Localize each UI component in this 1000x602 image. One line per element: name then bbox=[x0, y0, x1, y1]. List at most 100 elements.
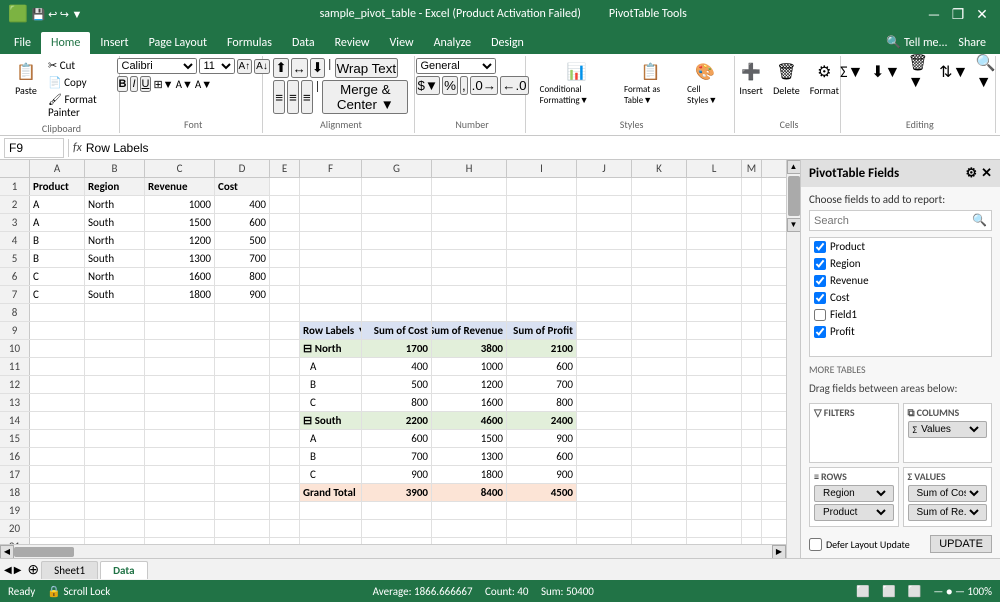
col-header-k[interactable]: K bbox=[632, 160, 687, 177]
cell-e1[interactable] bbox=[270, 178, 300, 195]
horizontal-scrollbar[interactable]: ◀ ▶ bbox=[0, 544, 786, 558]
columns-area[interactable]: ⧉ COLUMNS Σ Values bbox=[903, 403, 993, 463]
col-header-g[interactable]: G bbox=[362, 160, 432, 177]
pivot-south-c[interactable]: C bbox=[300, 466, 362, 483]
field-item-profit[interactable]: Profit bbox=[810, 323, 991, 340]
sheet-nav-prev[interactable]: ◀ bbox=[4, 563, 12, 576]
cell-l1[interactable] bbox=[687, 178, 742, 195]
pivot-row-labels-header[interactable]: Row Labels ▼ bbox=[300, 322, 362, 339]
rows-region-select[interactable]: Region bbox=[819, 487, 889, 500]
close-button[interactable]: ✕ bbox=[972, 4, 992, 24]
field-item-cost[interactable]: Cost bbox=[810, 289, 991, 306]
col-header-j[interactable]: J bbox=[577, 160, 632, 177]
cell-b3[interactable]: South bbox=[85, 214, 145, 231]
rows-product-item[interactable]: Product bbox=[814, 504, 894, 521]
cell-d3[interactable]: 600 bbox=[215, 214, 270, 231]
cell-c6[interactable]: 1600 bbox=[145, 268, 215, 285]
align-middle-button[interactable]: ↔ bbox=[291, 58, 308, 78]
increase-decimal-button[interactable]: .0→ bbox=[470, 76, 498, 95]
cell-m1[interactable] bbox=[742, 178, 762, 195]
wrap-text-button[interactable]: Wrap Text bbox=[335, 58, 399, 78]
cell-i2[interactable] bbox=[507, 196, 577, 213]
cut-button[interactable]: ✂ Cut bbox=[44, 58, 113, 73]
formula-input[interactable] bbox=[86, 138, 996, 158]
col-header-i[interactable]: I bbox=[507, 160, 577, 177]
h-scrollbar-track[interactable] bbox=[14, 547, 772, 557]
cell-c7[interactable]: 1800 bbox=[145, 286, 215, 303]
cell-g1[interactable] bbox=[362, 178, 432, 195]
cell-b4[interactable]: North bbox=[85, 232, 145, 249]
bold-button[interactable]: B bbox=[117, 76, 129, 92]
pivot-south-group[interactable]: ⊟ South bbox=[300, 412, 362, 429]
fill-color-button[interactable]: A▼ bbox=[176, 78, 193, 91]
field-item-field1[interactable]: Field1 bbox=[810, 306, 991, 323]
cell-d6[interactable]: 800 bbox=[215, 268, 270, 285]
cell-f1[interactable] bbox=[300, 178, 362, 195]
values-sum-revenue-select[interactable]: Sum of Re... bbox=[913, 506, 983, 519]
align-center-button[interactable]: ≡ bbox=[287, 80, 299, 114]
cell-d1[interactable]: Cost bbox=[215, 178, 270, 195]
tab-page-layout[interactable]: Page Layout bbox=[139, 32, 217, 54]
font-color-button[interactable]: A▼ bbox=[195, 78, 212, 91]
pivot-sum-cost-header[interactable]: Sum of Cost bbox=[362, 322, 432, 339]
pivot-close-icon[interactable]: ✕ bbox=[981, 166, 992, 181]
delete-button[interactable]: 🗑 Delete bbox=[769, 58, 804, 99]
tab-formulas[interactable]: Formulas bbox=[217, 32, 282, 54]
merge-center-button[interactable]: Merge & Center ▼ bbox=[322, 80, 408, 114]
pivot-search-box[interactable]: 🔍 bbox=[809, 210, 992, 231]
rows-product-select[interactable]: Product bbox=[819, 506, 889, 519]
more-tables-label[interactable]: MORE TABLES bbox=[801, 361, 1000, 378]
find-select-button[interactable]: 🔍▼ bbox=[972, 58, 1000, 86]
col-header-d[interactable]: D bbox=[215, 160, 270, 177]
cell-c3[interactable]: 1500 bbox=[145, 214, 215, 231]
add-sheet-button[interactable]: ⊕ bbox=[27, 561, 39, 578]
cell-d5[interactable]: 700 bbox=[215, 250, 270, 267]
cell-c2[interactable]: 1000 bbox=[145, 196, 215, 213]
underline-button[interactable]: U bbox=[140, 76, 152, 92]
cell-i1[interactable] bbox=[507, 178, 577, 195]
h-scrollbar-thumb[interactable] bbox=[14, 547, 74, 557]
scroll-left-button[interactable]: ◀ bbox=[0, 545, 14, 559]
scroll-down-button[interactable]: ▼ bbox=[787, 218, 801, 232]
cell-b7[interactable]: South bbox=[85, 286, 145, 303]
pivot-sum-revenue-header[interactable]: Sum of Revenue bbox=[432, 322, 507, 339]
tab-data[interactable]: Data bbox=[282, 32, 325, 54]
field-checkbox-region[interactable] bbox=[814, 258, 826, 270]
font-size-select[interactable]: 11 bbox=[199, 58, 235, 74]
format-as-table-button[interactable]: 📋 Format as Table▼ bbox=[620, 58, 681, 108]
align-top-button[interactable]: ⬆ bbox=[273, 58, 288, 78]
col-header-l[interactable]: L bbox=[687, 160, 742, 177]
vertical-scrollbar[interactable]: ▲ ▼ bbox=[786, 160, 800, 558]
cell-a3[interactable]: A bbox=[30, 214, 85, 231]
rows-area[interactable]: ≡ ROWS Region Product bbox=[809, 467, 899, 527]
field-item-revenue[interactable]: Revenue bbox=[810, 272, 991, 289]
scroll-right-button[interactable]: ▶ bbox=[772, 545, 786, 559]
col-header-h[interactable]: H bbox=[432, 160, 507, 177]
currency-button[interactable]: $▼ bbox=[416, 76, 441, 95]
defer-layout-check[interactable]: Defer Layout Update bbox=[809, 538, 910, 551]
cell-a6[interactable]: C bbox=[30, 268, 85, 285]
field-checkbox-revenue[interactable] bbox=[814, 275, 826, 287]
values-sum-revenue-item[interactable]: Sum of Re... bbox=[908, 504, 988, 521]
copy-button[interactable]: 📄 Copy bbox=[44, 75, 113, 90]
field-checkbox-profit[interactable] bbox=[814, 326, 826, 338]
title-bar-controls[interactable]: — ❐ ✕ bbox=[924, 4, 992, 24]
v-scrollbar-thumb[interactable] bbox=[788, 176, 800, 216]
paste-button[interactable]: 📋 Paste bbox=[10, 58, 42, 99]
layout-normal-icon[interactable]: ⬜ bbox=[856, 585, 870, 598]
col-header-m[interactable]: M bbox=[742, 160, 762, 177]
rows-region-item[interactable]: Region bbox=[814, 485, 894, 502]
cell-b2[interactable]: North bbox=[85, 196, 145, 213]
increase-font-button[interactable]: A↑ bbox=[237, 59, 253, 74]
defer-layout-checkbox[interactable] bbox=[809, 538, 822, 551]
field-checkbox-product[interactable] bbox=[814, 241, 826, 253]
zoom-slider[interactable]: — ● — 100% bbox=[933, 585, 992, 598]
columns-values-select[interactable]: Values bbox=[917, 423, 982, 436]
cell-c1[interactable]: Revenue bbox=[145, 178, 215, 195]
columns-values-item[interactable]: Σ Values bbox=[908, 421, 988, 438]
cell-b6[interactable]: North bbox=[85, 268, 145, 285]
cell-a2[interactable]: A bbox=[30, 196, 85, 213]
pivot-north-group[interactable]: ⊟ North bbox=[300, 340, 362, 357]
cell-b5[interactable]: South bbox=[85, 250, 145, 267]
col-header-b[interactable]: B bbox=[85, 160, 145, 177]
